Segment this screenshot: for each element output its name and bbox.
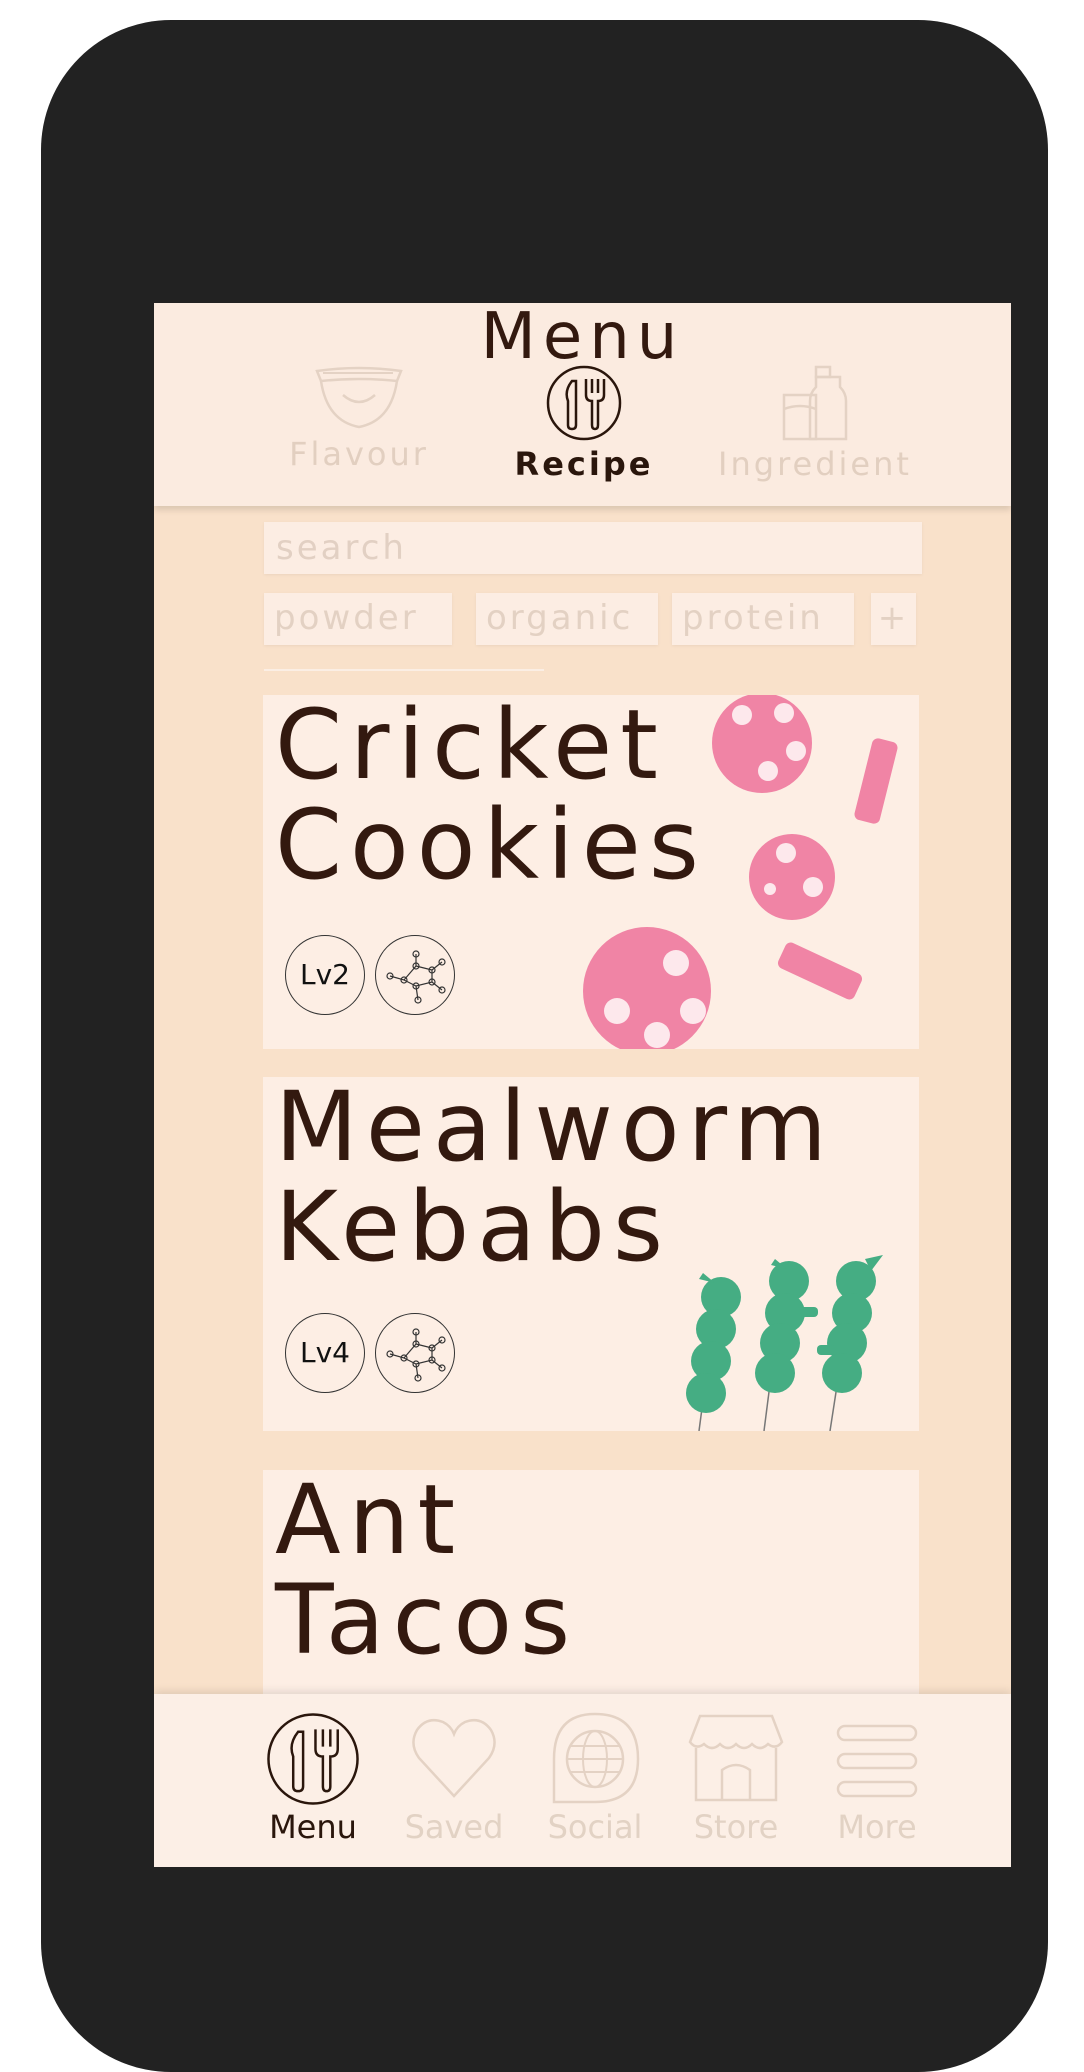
nav-more-label: More	[837, 1808, 917, 1846]
divider	[264, 669, 544, 671]
level-badge: Lv2	[285, 935, 365, 1015]
add-chip-button[interactable]: +	[871, 593, 916, 645]
recipe-title: Cricket Cookies	[275, 695, 707, 901]
bottle-icon	[782, 365, 848, 441]
lips-icon	[315, 366, 403, 429]
nav-store-label: Store	[693, 1808, 779, 1846]
phone-frame: Menu Flavour Recipe Ingredient search po…	[41, 20, 1048, 2072]
nav-menu-label: Menu	[269, 1808, 357, 1846]
tab-flavour[interactable]: Flavour	[249, 365, 469, 495]
nav-social[interactable]: Social	[535, 1712, 655, 1862]
tab-flavour-label: Flavour	[289, 435, 429, 473]
header: Menu Flavour Recipe Ingredient	[154, 303, 1011, 506]
search-input[interactable]	[264, 522, 922, 574]
tab-ingredient-label: Ingredient	[718, 445, 912, 483]
tab-recipe-label: Recipe	[514, 445, 654, 483]
molecule-icon	[375, 935, 455, 1015]
menu-lines-icon	[836, 1724, 918, 1798]
utensils-icon	[267, 1713, 359, 1805]
recipe-card-cricket-cookies[interactable]: Cricket Cookies Lv2	[263, 695, 919, 1049]
store-icon	[688, 1714, 784, 1802]
nav-social-label: Social	[547, 1808, 643, 1846]
molecule-icon	[375, 1313, 455, 1393]
chip-protein[interactable]: protein	[672, 593, 854, 645]
globe-icon	[552, 1712, 640, 1804]
utensils-icon	[546, 365, 622, 441]
nav-saved[interactable]: Saved	[394, 1712, 514, 1862]
chip-organic[interactable]: organic	[476, 593, 658, 645]
nav-store[interactable]: Store	[676, 1712, 796, 1862]
tab-recipe[interactable]: Recipe	[474, 365, 694, 495]
bottom-nav: Menu Saved Social Store More	[154, 1694, 1011, 1867]
nav-menu[interactable]: Menu	[253, 1712, 373, 1862]
tab-ingredient[interactable]: Ingredient	[705, 365, 925, 495]
level-badge: Lv4	[285, 1313, 365, 1393]
nav-more[interactable]: More	[817, 1712, 937, 1862]
recipe-title: Ant Tacos	[275, 1470, 579, 1676]
nav-saved-label: Saved	[404, 1808, 504, 1846]
chip-powder[interactable]: powder	[264, 593, 452, 645]
page-title: Menu	[480, 303, 685, 374]
app-screen: Menu Flavour Recipe Ingredient search po…	[154, 303, 1011, 1867]
heart-icon	[412, 1719, 496, 1798]
recipe-title: Mealworm Kebabs	[275, 1077, 835, 1283]
recipe-card-mealworm-kebabs[interactable]: Mealworm Kebabs Lv4	[263, 1077, 919, 1431]
